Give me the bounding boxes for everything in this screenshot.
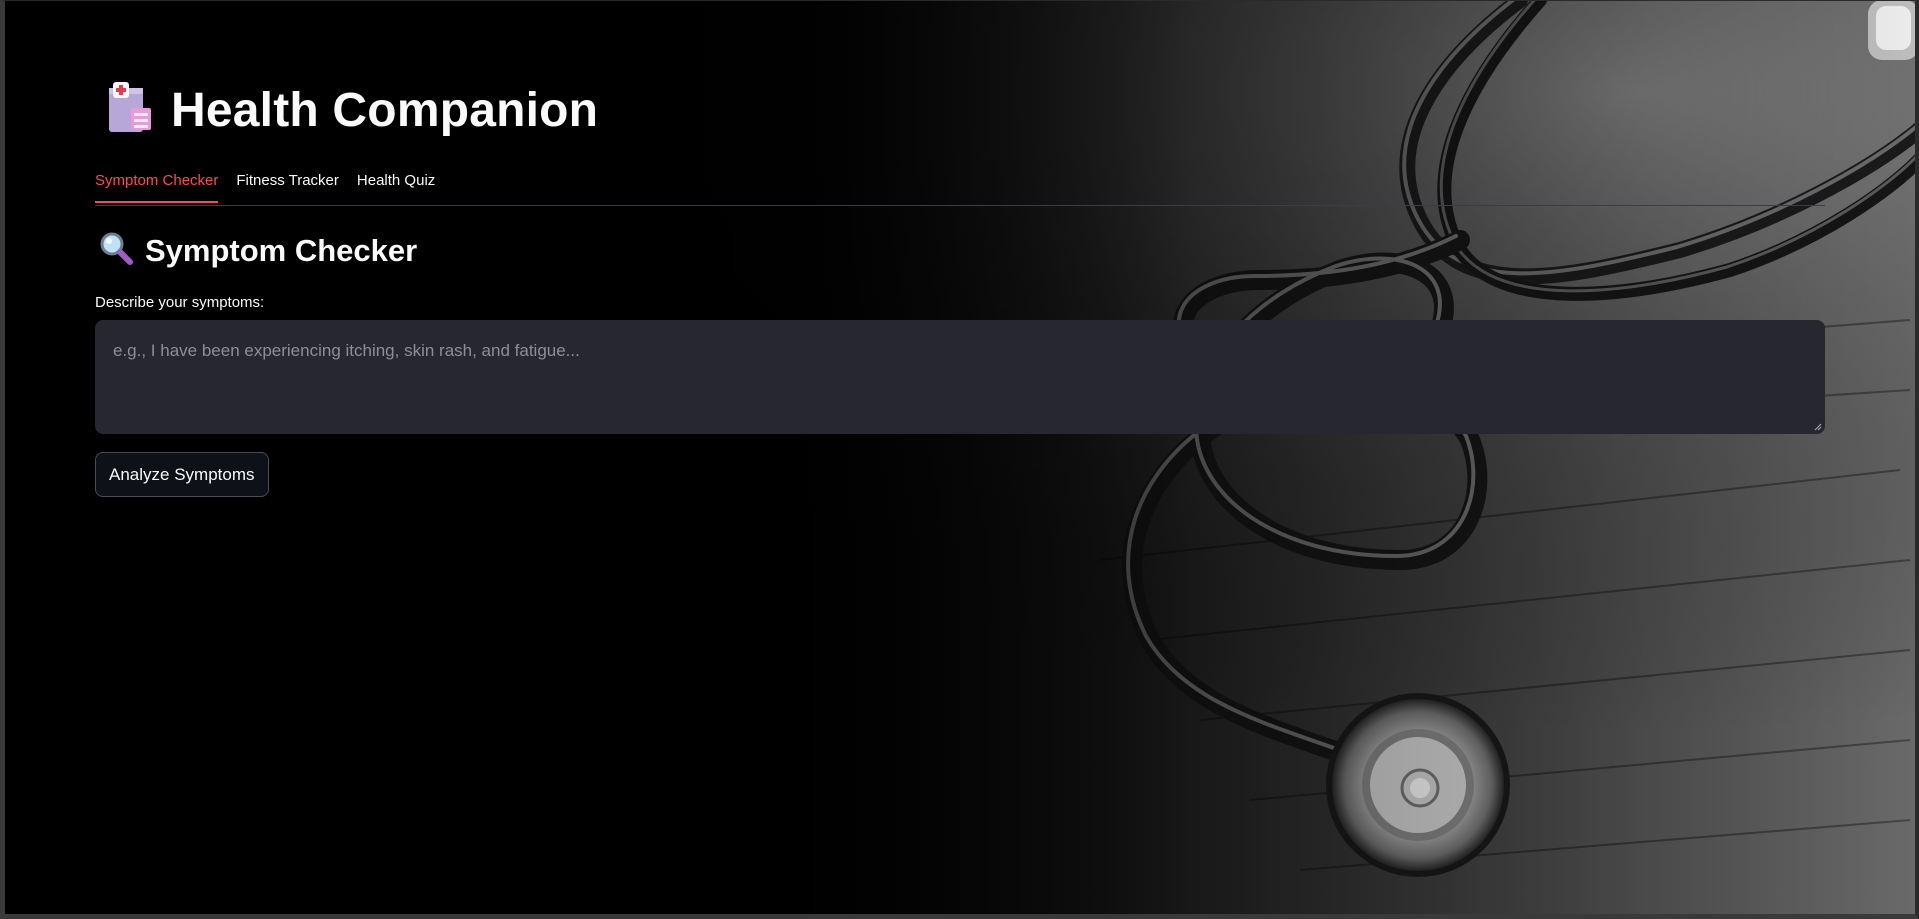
tab-health-quiz[interactable]: Health Quiz xyxy=(357,170,435,203)
section-header: Symptom Checker xyxy=(99,231,417,270)
symptoms-input[interactable] xyxy=(95,320,1825,434)
hospital-icon xyxy=(105,82,153,139)
resize-handle-icon[interactable] xyxy=(1814,423,1822,431)
magnifier-icon xyxy=(99,231,133,270)
header: Health Companion xyxy=(105,82,598,139)
symptoms-input-label: Describe your symptoms: xyxy=(95,294,265,311)
app-root: Health Companion Symptom Checker Fitness… xyxy=(0,0,1919,919)
symptoms-input-container xyxy=(95,320,1825,434)
section-title: Symptom Checker xyxy=(145,232,418,268)
tab-bar: Symptom Checker Fitness Tracker Health Q… xyxy=(95,170,1825,206)
analyze-symptoms-button[interactable]: Analyze Symptoms xyxy=(95,452,269,497)
tab-symptom-checker[interactable]: Symptom Checker xyxy=(95,170,219,203)
tab-fitness-tracker[interactable]: Fitness Tracker xyxy=(236,170,339,203)
app-title: Health Companion xyxy=(171,84,599,137)
